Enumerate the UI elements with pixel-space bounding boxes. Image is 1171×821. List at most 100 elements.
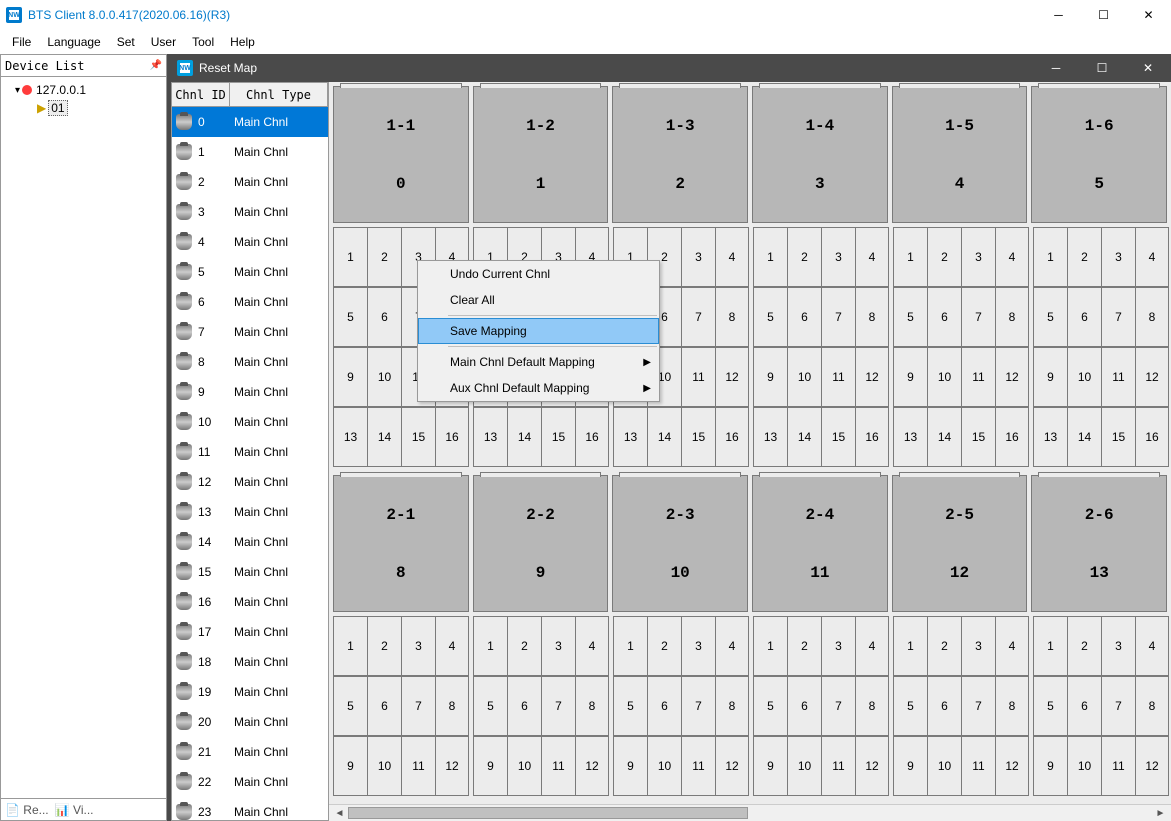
map-cell[interactable]: 10 [927,347,961,407]
col-chnl-id[interactable]: Chnl ID [172,83,230,106]
map-cell[interactable]: 12 [435,736,469,796]
map-cell[interactable]: 12 [1135,736,1169,796]
map-cell[interactable]: 2 [787,616,821,676]
map-cell[interactable]: 7 [681,287,715,347]
channel-group-box[interactable]: 2-29 [473,475,609,612]
map-cell[interactable]: 11 [1101,736,1135,796]
map-cell[interactable]: 15 [961,407,995,467]
channel-row[interactable]: 4Main Chnl [172,227,328,257]
menu-user[interactable]: User [143,31,184,53]
map-cell[interactable]: 12 [855,736,889,796]
pin-icon[interactable]: 📌 [150,60,162,71]
map-cell[interactable]: 10 [367,736,401,796]
map-cell[interactable]: 8 [715,676,749,736]
map-cell[interactable]: 8 [995,287,1029,347]
map-cell[interactable]: 11 [681,736,715,796]
map-cell[interactable]: 3 [961,616,995,676]
map-cell[interactable]: 6 [787,676,821,736]
map-cell[interactable]: 11 [541,736,575,796]
map-cell[interactable]: 8 [855,676,889,736]
map-cell[interactable]: 4 [715,616,749,676]
map-cell[interactable]: 5 [333,287,367,347]
map-cell[interactable]: 5 [333,676,367,736]
map-cell[interactable]: 6 [927,676,961,736]
map-cell[interactable]: 3 [1101,227,1135,287]
map-cell[interactable]: 5 [753,287,787,347]
map-cell[interactable]: 5 [1033,287,1067,347]
channel-row[interactable]: 8Main Chnl [172,347,328,377]
channel-group-box[interactable]: 2-18 [333,475,469,612]
map-cell[interactable]: 9 [1033,347,1067,407]
map-cell[interactable]: 4 [575,616,609,676]
map-cell[interactable]: 7 [821,287,855,347]
map-area[interactable]: 1-101-211-321-431-541-651234123412341234… [329,82,1171,821]
map-cell[interactable]: 7 [681,676,715,736]
map-cell[interactable]: 10 [647,736,681,796]
channel-row[interactable]: 13Main Chnl [172,497,328,527]
map-cell[interactable]: 3 [541,616,575,676]
map-cell[interactable]: 13 [473,407,507,467]
map-cell[interactable]: 7 [1101,287,1135,347]
map-cell[interactable]: 4 [855,616,889,676]
map-cell[interactable]: 12 [715,347,749,407]
map-cell[interactable]: 2 [927,616,961,676]
map-cell[interactable]: 3 [681,616,715,676]
map-cell[interactable]: 11 [401,736,435,796]
sidebar-bottom-tabs[interactable]: 📄 Re... 📊 Vi... [1,798,166,820]
map-cell[interactable]: 1 [1033,227,1067,287]
map-cell[interactable]: 11 [961,347,995,407]
channel-group-box[interactable]: 1-32 [612,86,748,223]
map-cell[interactable]: 16 [715,407,749,467]
channel-row[interactable]: 18Main Chnl [172,647,328,677]
channel-row[interactable]: 21Main Chnl [172,737,328,767]
map-cell[interactable]: 7 [1101,676,1135,736]
tree-node-ip[interactable]: ▾ 127.0.0.1 [3,81,164,99]
channel-row[interactable]: 7Main Chnl [172,317,328,347]
map-cell[interactable]: 14 [787,407,821,467]
map-cell[interactable]: 9 [893,736,927,796]
channel-row[interactable]: 6Main Chnl [172,287,328,317]
channel-group-box[interactable]: 2-512 [892,475,1028,612]
map-cell[interactable]: 14 [1067,407,1101,467]
map-cell[interactable]: 9 [613,736,647,796]
context-menu-item[interactable]: Main Chnl Default Mapping▶ [418,349,659,375]
map-cell[interactable]: 6 [367,676,401,736]
context-menu-item[interactable]: Save Mapping [418,318,659,344]
channel-row[interactable]: 12Main Chnl [172,467,328,497]
context-menu-item[interactable]: Undo Current Chnl [418,261,659,287]
channel-row[interactable]: 5Main Chnl [172,257,328,287]
map-cell[interactable]: 11 [1101,347,1135,407]
channel-row[interactable]: 9Main Chnl [172,377,328,407]
map-cell[interactable]: 10 [1067,347,1101,407]
map-cell[interactable]: 8 [855,287,889,347]
map-cell[interactable]: 16 [1135,407,1169,467]
map-cell[interactable]: 6 [647,676,681,736]
channel-row[interactable]: 23Main Chnl [172,797,328,820]
channel-group-box[interactable]: 2-310 [612,475,748,612]
map-cell[interactable]: 5 [473,676,507,736]
main-close-button[interactable]: ✕ [1126,0,1171,30]
map-cell[interactable]: 3 [681,227,715,287]
map-cell[interactable]: 11 [961,736,995,796]
map-cell[interactable]: 9 [1033,736,1067,796]
map-cell[interactable]: 9 [893,347,927,407]
channel-group-box[interactable]: 1-43 [752,86,888,223]
map-cell[interactable]: 10 [367,347,401,407]
channel-group-box[interactable]: 1-21 [473,86,609,223]
map-cell[interactable]: 10 [787,736,821,796]
channel-row[interactable]: 10Main Chnl [172,407,328,437]
sidebar-tab-right[interactable]: 📊 Vi... [55,803,94,817]
map-cell[interactable]: 14 [367,407,401,467]
channel-row[interactable]: 16Main Chnl [172,587,328,617]
map-cell[interactable]: 8 [575,676,609,736]
map-cell[interactable]: 6 [927,287,961,347]
map-cell[interactable]: 2 [367,616,401,676]
map-cell[interactable]: 6 [507,676,541,736]
channel-group-box[interactable]: 1-65 [1031,86,1167,223]
map-cell[interactable]: 12 [855,347,889,407]
map-cell[interactable]: 14 [507,407,541,467]
map-cell[interactable]: 1 [753,616,787,676]
map-cell[interactable]: 12 [995,347,1029,407]
channel-row[interactable]: 1Main Chnl [172,137,328,167]
map-cell[interactable]: 2 [647,616,681,676]
